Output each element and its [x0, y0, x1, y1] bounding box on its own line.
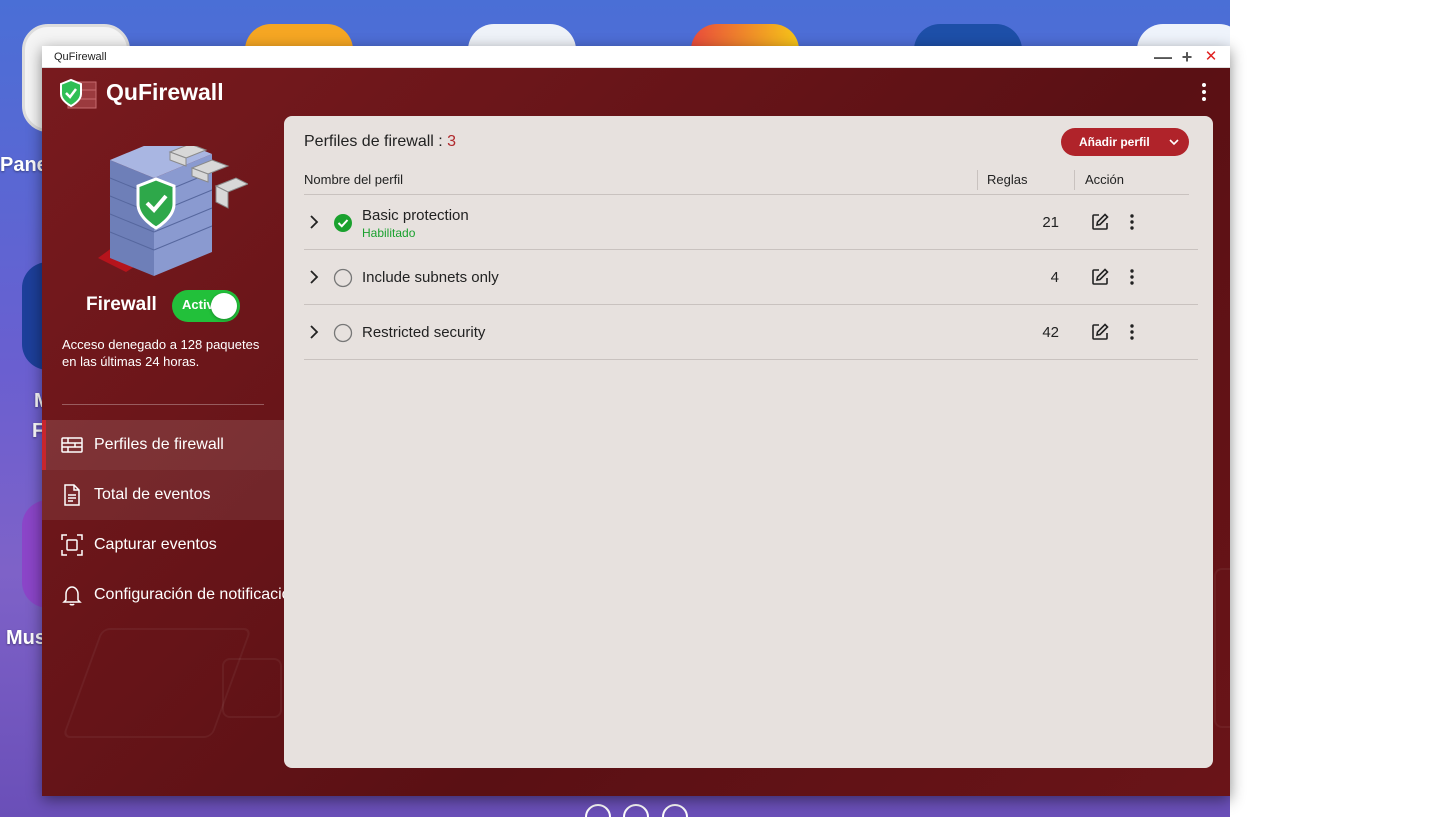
toggle-knob: [211, 293, 237, 319]
add-profile-button[interactable]: Añadir perfil: [1061, 128, 1189, 156]
profile-rule-count: 42: [1042, 324, 1059, 341]
table-row[interactable]: Basic protection Habilitado 21: [304, 195, 1198, 250]
app-title: QuFirewall: [106, 79, 224, 105]
dock-apps-icon[interactable]: [662, 804, 688, 817]
firewall-illustration: [98, 146, 248, 276]
document-icon: [64, 484, 80, 506]
decor-shape: [222, 658, 282, 718]
more-vertical-icon: [1202, 83, 1206, 101]
blocked-packets-summary: Acceso denegado a 128 paquetes en las úl…: [62, 337, 260, 369]
table-row[interactable]: Include subnets only 4: [304, 250, 1198, 305]
sidebar-item-capture-events[interactable]: Capturar eventos: [42, 520, 284, 570]
more-vertical-icon[interactable]: [1124, 322, 1140, 342]
column-header-action: Acción: [1085, 172, 1125, 187]
sidebar-item-label: Perfiles de firewall: [94, 436, 224, 453]
column-header-rules[interactable]: Reglas: [987, 172, 1027, 187]
firewall-profiles-panel: Perfiles de firewall : 3 Añadir perfil N…: [284, 116, 1213, 768]
profile-rule-count: 21: [1042, 214, 1059, 231]
edit-icon[interactable]: [1090, 322, 1110, 342]
profile-count: 3: [447, 133, 457, 150]
sidebar-item-label: Configuración de notificaciones: [94, 586, 284, 603]
qufirewall-logo-icon: [60, 78, 97, 109]
profile-name: Restricted security: [362, 324, 486, 341]
sidebar-item-firewall-profiles[interactable]: Perfiles de firewall: [42, 420, 284, 470]
maximize-button[interactable]: +: [1178, 48, 1196, 66]
app-menu-button[interactable]: [1192, 78, 1216, 106]
panel-title-label: Perfiles de firewall :: [304, 133, 443, 150]
column-separator: [977, 170, 978, 190]
sidebar-item-total-events[interactable]: Total de eventos: [42, 470, 284, 520]
minimize-button[interactable]: —: [1154, 48, 1172, 66]
bell-icon: [62, 586, 82, 606]
desktop-label-music: Mus: [6, 627, 46, 649]
desktop-label-control-panel: Pane: [0, 154, 48, 176]
sidebar-divider: [62, 404, 264, 405]
close-button[interactable]: ✕: [1202, 48, 1220, 66]
capture-icon: [61, 534, 83, 556]
profile-rule-count: 4: [1050, 269, 1059, 286]
edit-icon[interactable]: [1090, 267, 1110, 287]
firewall-label: Firewall: [86, 294, 157, 315]
sidebar-item-notification-settings[interactable]: Configuración de notificaciones: [42, 570, 284, 620]
profile-name: Include subnets only: [362, 269, 499, 286]
add-profile-label: Añadir perfil: [1079, 135, 1150, 149]
chevron-right-icon[interactable]: [308, 214, 320, 230]
sidebar-item-label: Capturar eventos: [94, 536, 217, 553]
profile-status: Habilitado: [362, 226, 416, 240]
table-row[interactable]: Restricted security 42: [304, 305, 1198, 360]
disabled-radio-icon[interactable]: [333, 323, 353, 343]
firewall-toggle[interactable]: Activado: [172, 290, 240, 322]
window-titlebar[interactable]: QuFirewall — + ✕: [42, 46, 1230, 68]
more-vertical-icon[interactable]: [1124, 212, 1140, 232]
dock-edit-icon[interactable]: [623, 804, 649, 817]
qufirewall-window: QuFirewall — + ✕ QuFirewall Firewall Act…: [42, 46, 1230, 796]
enabled-check-icon[interactable]: [333, 213, 353, 233]
decor-shape: [1214, 568, 1230, 728]
dock-home-icon[interactable]: [585, 804, 611, 817]
panel-title: Perfiles de firewall : 3: [304, 133, 456, 151]
window-title: QuFirewall: [54, 51, 107, 63]
app-body: QuFirewall Firewall Activado Acceso dene…: [42, 68, 1230, 796]
chevron-right-icon[interactable]: [308, 269, 320, 285]
profile-name: Basic protection: [362, 207, 469, 224]
sidebar-item-label: Total de eventos: [94, 486, 211, 503]
more-vertical-icon[interactable]: [1124, 267, 1140, 287]
edit-icon[interactable]: [1090, 212, 1110, 232]
column-separator: [1074, 170, 1075, 190]
chevron-right-icon[interactable]: [308, 324, 320, 340]
firewall-icon: [61, 437, 83, 453]
disabled-radio-icon[interactable]: [333, 268, 353, 288]
chevron-down-icon: [1169, 139, 1179, 146]
column-header-name[interactable]: Nombre del perfil: [304, 172, 403, 187]
